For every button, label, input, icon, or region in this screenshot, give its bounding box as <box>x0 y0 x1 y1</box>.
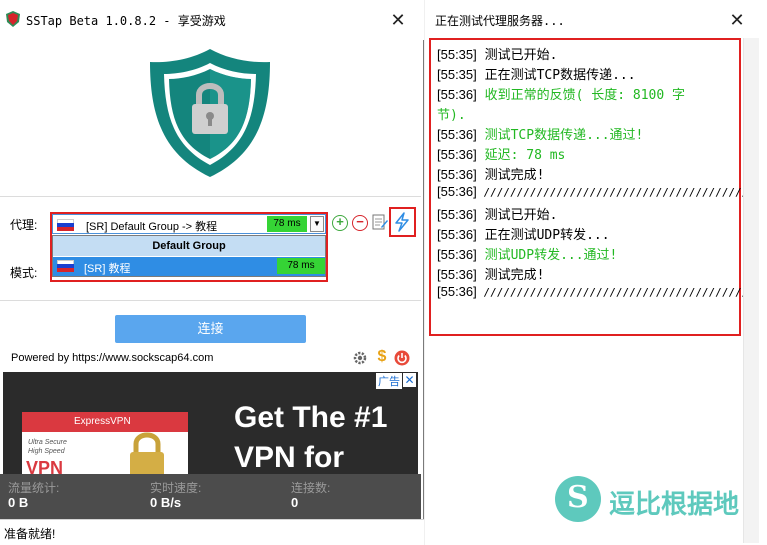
traffic-label: 流量统计: <box>8 481 60 495</box>
log-line: [55:36] 测试已开始. <box>437 207 558 223</box>
ad-product-card: ExpressVPN Ultra Secure High Speed VPN <box>22 412 188 474</box>
separator <box>0 196 421 197</box>
edit-proxy-icon[interactable] <box>372 214 388 230</box>
log-line: [55:35] 测试已开始. <box>437 47 558 63</box>
log-line: [55:36] ////////////////////////////////… <box>437 184 749 199</box>
shield-lock-icon <box>150 49 270 177</box>
log-line: [55:36] ////////////////////////////////… <box>437 284 749 299</box>
connections-value: 0 <box>291 495 299 510</box>
window-title: SSTap Beta 1.0.8.2 - 享受游戏 <box>26 14 226 28</box>
status-bar: 准备就绪! <box>0 519 424 545</box>
close-icon[interactable]: ✕ <box>388 10 408 30</box>
scrollbar[interactable] <box>743 38 759 543</box>
sstap-main-window: SSTap Beta 1.0.8.2 - 享受游戏 ✕ 代理: 模式: [SR]… <box>0 0 424 545</box>
status-text: 准备就绪! <box>4 527 56 541</box>
remove-proxy-icon[interactable]: − <box>352 215 368 231</box>
powered-by-link[interactable]: Powered by https://www.sockscap64.com <box>11 352 213 364</box>
ad-close-icon[interactable]: ✕ <box>403 373 416 387</box>
gear-icon[interactable] <box>352 350 368 366</box>
log-line: [55:36] 测试完成! <box>437 167 545 183</box>
log-line: [55:35] 正在测试TCP数据传递... <box>437 67 636 83</box>
ad-tag: 广告 <box>376 373 402 389</box>
power-icon[interactable] <box>394 350 410 366</box>
log-line: 节). <box>437 108 466 123</box>
watermark-text: 逗比根据地 <box>609 489 740 519</box>
proxy-label: 代理: <box>10 218 38 232</box>
highlight-frame <box>50 212 328 282</box>
log-line: [55:36] 延迟: 78 ms <box>437 147 566 163</box>
ad-headline-line-1: Get The #1 <box>234 401 388 434</box>
advertisement-banner[interactable]: 广告 ✕ ExpressVPN Ultra Secure High Speed … <box>3 372 418 474</box>
traffic-value: 0 B <box>8 495 29 510</box>
stats-panel: 流量统计: 0 B 实时速度: 0 B/s 连接数: 0 <box>0 474 421 519</box>
mode-label: 模式: <box>10 266 38 280</box>
app-shield-icon <box>6 11 20 27</box>
donate-dollar-icon[interactable]: $ <box>374 348 390 365</box>
log-line: [55:36] 测试TCP数据传递...通过! <box>437 127 644 143</box>
watermark-letter: S <box>567 480 589 515</box>
log-line: [55:36] 测试完成! <box>437 267 545 283</box>
watermark-s-icon: S <box>555 476 601 522</box>
ad-brand: ExpressVPN <box>22 412 188 432</box>
ad-card-vpn: VPN <box>26 458 64 474</box>
log-line: [55:36] 收到正常的反馈( 长度: 8100 字 <box>437 87 686 103</box>
title-bar: SSTap Beta 1.0.8.2 - 享受游戏 ✕ <box>0 0 424 40</box>
connect-button[interactable]: 连接 <box>115 315 306 343</box>
ad-card-tagline: Ultra Secure High Speed <box>28 439 67 455</box>
separator <box>0 300 421 301</box>
log-line: [55:36] 正在测试UDP转发... <box>437 227 610 243</box>
add-proxy-icon[interactable]: + <box>332 215 348 231</box>
ad-headline: Get The #1 VPN for <box>234 398 387 474</box>
close-icon[interactable]: ✕ <box>727 10 747 30</box>
highlight-frame <box>389 207 416 237</box>
test-window-title: 正在测试代理服务器... <box>435 14 565 28</box>
speed-value: 0 B/s <box>150 495 182 510</box>
speed-label: 实时速度: <box>150 481 202 495</box>
padlock-icon <box>130 432 164 474</box>
log-line: [55:36] 测试UDP转发...通过! <box>437 247 618 263</box>
connections-label: 连接数: <box>291 481 331 495</box>
test-log: [55:35] 测试已开始. [55:35] 正在测试TCP数据传递... [5… <box>429 38 748 336</box>
ad-headline-line-2: VPN for <box>234 441 345 474</box>
proxy-test-window: 正在测试代理服务器... ✕ [55:35] 测试已开始. [55:35] 正在… <box>425 0 767 545</box>
